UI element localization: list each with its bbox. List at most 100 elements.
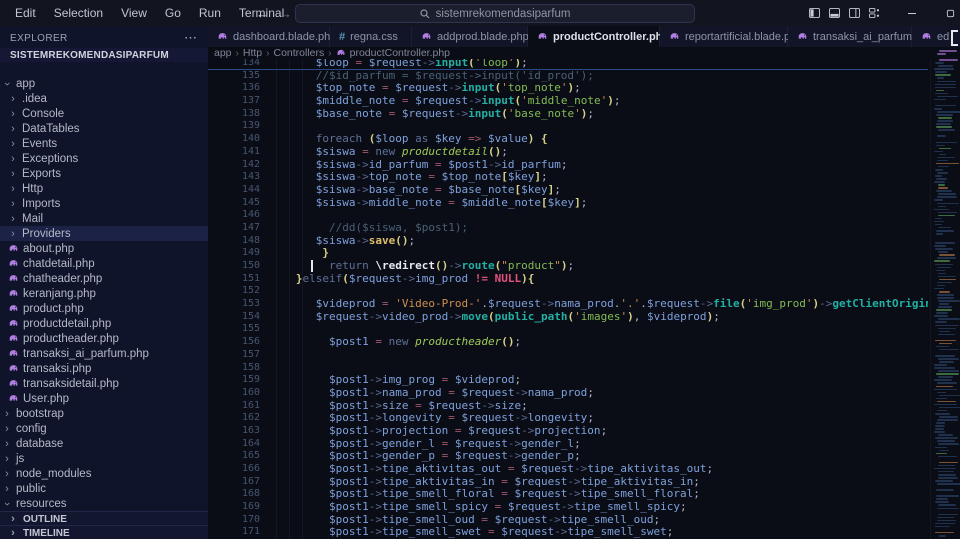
tree-item-node-modules[interactable]: › node_modules (0, 466, 208, 481)
tree-item-label: Console (22, 107, 65, 120)
chevron-right-icon: › (5, 482, 9, 495)
tab-label: reportartificial.blade.php (685, 30, 803, 43)
code-line-171[interactable]: 171 $post1->tipe_smell_swet = $request->… (208, 526, 928, 539)
tree-item-product-php[interactable]: product.php (0, 301, 208, 316)
menu-go[interactable]: Go (156, 6, 190, 20)
tree-item-js[interactable]: › js (0, 451, 208, 466)
tree-item-label: transaksi_ai_parfum.php (23, 347, 149, 360)
breadcrumb-item[interactable]: app (214, 47, 232, 59)
menu-edit[interactable]: Edit (6, 6, 45, 20)
tree-item-bootstrap[interactable]: › bootstrap (0, 406, 208, 421)
php-file-icon (669, 30, 680, 44)
tree-item-about-php[interactable]: about.php (0, 241, 208, 256)
tree-item-public[interactable]: › public (0, 481, 208, 496)
breadcrumb-item[interactable]: productController.php (350, 47, 450, 59)
tree-item-events[interactable]: › Events (0, 136, 208, 151)
search-value: sistemrekomendasiparfum (435, 7, 571, 20)
code-line-156[interactable]: 156 $post1 = new productheader(); (208, 335, 928, 349)
tree-item--idea[interactable]: › .idea (0, 91, 208, 106)
tree-item-keranjang-php[interactable]: keranjang.php (0, 286, 208, 301)
tree-item-providers[interactable]: › Providers (0, 226, 208, 241)
tab-label: regna.css (350, 30, 398, 43)
php-file-icon (8, 272, 19, 286)
breadcrumb-item[interactable]: Controllers (273, 47, 324, 59)
tree-item-exports[interactable]: › Exports (0, 166, 208, 181)
tree-item-chatdetail-php[interactable]: chatdetail.php (0, 256, 208, 271)
tree-item-app[interactable]: › app (0, 76, 208, 91)
file-tree: › app › .idea › Console › DataTables › Events › Exc… (0, 76, 208, 539)
tab-dashboard-blade-php[interactable]: dashboard.blade.php (208, 26, 336, 47)
tab-productcontroller-php[interactable]: productController.php✕ (528, 26, 687, 47)
tree-item-productdetail-php[interactable]: productdetail.php (0, 316, 208, 331)
line-number: 153 (241, 298, 260, 310)
tree-item-datatables[interactable]: › DataTables (0, 121, 208, 136)
breadcrumb-item[interactable]: Http (243, 47, 262, 59)
tree-item-label: Imports (22, 197, 61, 210)
tree-item-transaksi-php[interactable]: transaksi.php (0, 361, 208, 376)
code-line-151[interactable]: 151 }elseif($request->img_prod != NULL){ (208, 272, 928, 286)
tree-item-database[interactable]: › database (0, 436, 208, 451)
tree-item-mail[interactable]: › Mail (0, 211, 208, 226)
outline-section-header[interactable]: › OUTLINE (0, 511, 208, 526)
nav-back-icon[interactable]: ← (256, 6, 269, 21)
chevron-down-icon: › (1, 81, 13, 86)
menu-run[interactable]: Run (190, 6, 230, 20)
toggle-secondary-sidebar-icon[interactable] (844, 0, 864, 26)
line-number: 150 (241, 260, 260, 271)
chevron-right-icon: › (11, 227, 15, 240)
toggle-sidebar-icon[interactable] (804, 0, 824, 26)
tree-item-chatheader-php[interactable]: chatheader.php (0, 271, 208, 286)
tree-item-resources[interactable]: › resources (0, 496, 208, 511)
line-number: 141 (241, 145, 260, 157)
php-file-icon (8, 347, 19, 361)
php-file-icon (8, 332, 19, 346)
code-view[interactable]: 134 $loop = $request->input('loop'); 135 … (208, 57, 928, 539)
nav-forward-icon[interactable]: → (279, 6, 292, 21)
tree-item-console[interactable]: › Console (0, 106, 208, 121)
tab-transaksi-ai-parfum-php[interactable]: transaksi_ai_parfum.php (788, 26, 933, 47)
chevron-right-icon: › (5, 452, 9, 465)
tab-addprod-blade-php[interactable]: addprod.blade.php (412, 26, 529, 47)
breadcrumb[interactable]: app › Http › Controllers › productController.p… (208, 47, 934, 59)
tree-item-config[interactable]: › config (0, 421, 208, 436)
line-number: 165 (241, 450, 260, 462)
code-line-157[interactable]: 157 (208, 349, 928, 362)
line-number: 169 (241, 501, 260, 513)
menu-selection[interactable]: Selection (45, 6, 112, 20)
explorer-actions-icon[interactable]: ⋯ (184, 30, 198, 46)
tree-item-exceptions[interactable]: › Exceptions (0, 151, 208, 166)
tab-regna-css[interactable]: # regna.css (330, 26, 412, 47)
timeline-section-header[interactable]: › TIMELINE (0, 525, 208, 539)
menu-view[interactable]: View (112, 6, 156, 20)
tree-item-http[interactable]: › Http (0, 181, 208, 196)
tree-item-user-php[interactable]: User.php (0, 391, 208, 406)
tab-reportartificial-blade-php[interactable]: reportartificial.blade.php (660, 26, 802, 47)
php-file-icon (336, 47, 346, 60)
line-number: 139 (241, 120, 260, 132)
tab-label: productController.php (553, 30, 670, 43)
code-line-160[interactable]: 160 $post1->nama_prod = $request->nama_p… (208, 386, 928, 400)
search-input[interactable]: sistemrekomendasiparfum (295, 4, 695, 23)
tree-item-productheader-php[interactable]: productheader.php (0, 331, 208, 346)
php-file-icon (8, 377, 19, 391)
tree-item-transaksi-ai-parfum-php[interactable]: transaksi_ai_parfum.php (0, 346, 208, 361)
chevron-right-icon: › (5, 407, 9, 420)
code-line-145[interactable]: 145 $siswa->middle_note = $middle_note[$… (208, 196, 928, 210)
tree-item-label: config (16, 422, 47, 435)
project-section-header[interactable]: SISTEMREKOMENDASIPARFUM (0, 48, 208, 62)
minimap[interactable] (930, 50, 960, 539)
code-line-154[interactable]: 154 $request->video_prod->move(public_pa… (208, 310, 928, 324)
tree-item-label: User.php (23, 392, 70, 405)
restore-icon[interactable] (940, 0, 960, 26)
tree-item-transaksidetail-php[interactable]: transaksidetail.php (0, 376, 208, 391)
tree-item-label: public (16, 482, 47, 495)
php-file-icon (421, 30, 432, 44)
tree-item-imports[interactable]: › Imports (0, 196, 208, 211)
tree-item-label: Events (22, 137, 58, 150)
customize-layout-icon[interactable] (864, 0, 884, 26)
code-line-138[interactable]: 138 $base_note = $request->input('base_n… (208, 107, 928, 121)
line-number: 146 (241, 209, 260, 221)
toggle-panel-icon[interactable] (824, 0, 844, 26)
minimize-icon[interactable] (902, 0, 922, 26)
tree-item-label: transaksi.php (23, 362, 92, 375)
